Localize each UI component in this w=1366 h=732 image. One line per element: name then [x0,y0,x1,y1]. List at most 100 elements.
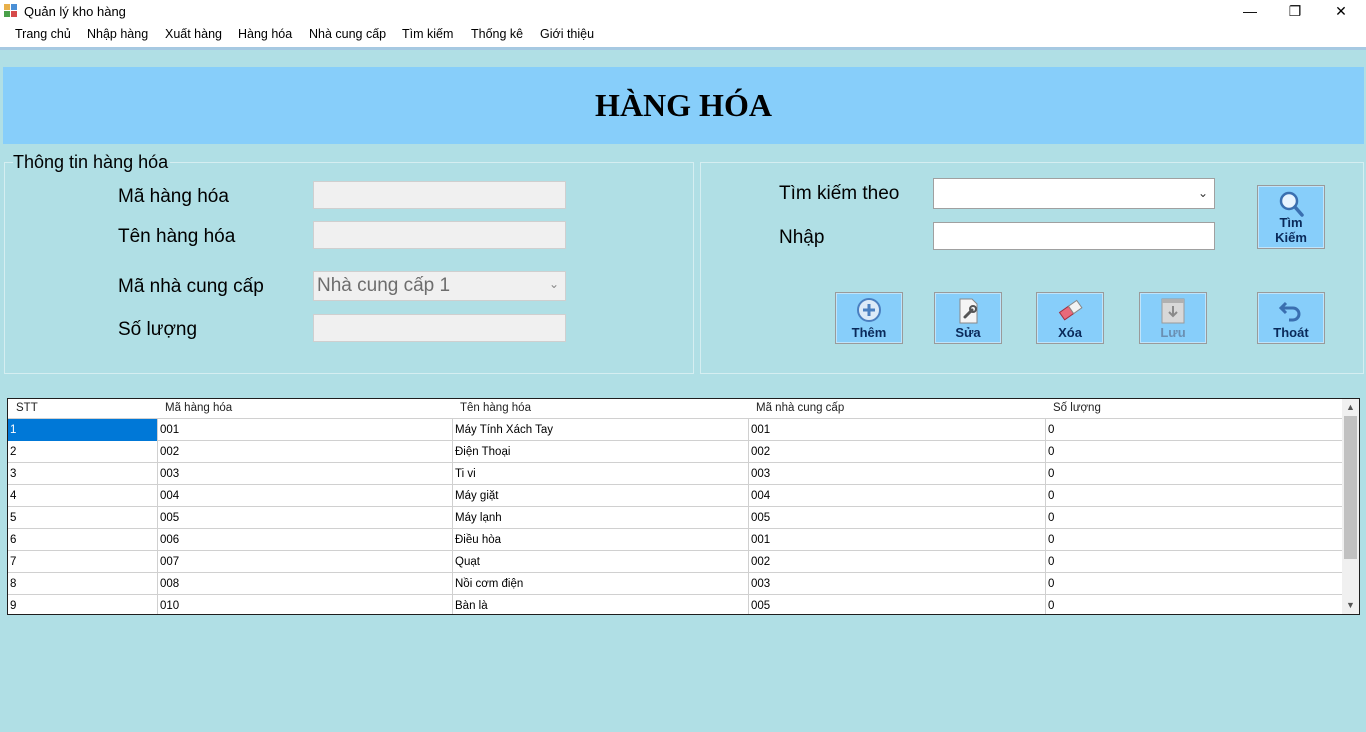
column-header-so-luong[interactable]: Số lượng [1053,402,1101,414]
cell-ten-hang-hoa[interactable]: Máy giặt [453,485,749,507]
cell-ma-hang-hoa[interactable]: 004 [158,485,453,507]
cell-ma-hang-hoa[interactable]: 007 [158,551,453,573]
search-by-label: Tìm kiếm theo [779,183,900,204]
cell-so-luong[interactable]: 0 [1046,595,1343,614]
cell-so-luong[interactable]: 0 [1046,441,1343,463]
cell-ma-nha-cung-cap[interactable]: 003 [749,573,1046,595]
column-header-ma-hang-hoa[interactable]: Mã hàng hóa [165,402,232,414]
delete-button[interactable]: Xóa [1036,292,1104,344]
minimize-button[interactable]: — [1227,0,1273,23]
table-row[interactable]: 3 003 Ti vi 003 0 [8,463,1343,485]
column-header-stt[interactable]: STT [16,402,38,414]
cell-so-luong[interactable]: 0 [1046,419,1343,441]
ten-hang-hoa-field[interactable] [313,221,566,249]
cell-so-luong[interactable]: 0 [1046,485,1343,507]
table-row[interactable]: 4 004 Máy giặt 004 0 [8,485,1343,507]
scroll-down-arrow-icon[interactable]: ▼ [1342,597,1359,614]
so-luong-field[interactable] [313,314,566,342]
chevron-down-icon: ⌄ [1197,186,1208,200]
table-row[interactable]: 8 008 Nồi cơm điện 003 0 [8,573,1343,595]
undo-arrow-icon [1278,301,1301,322]
cell-stt[interactable]: 8 [8,573,158,595]
exit-button-label: Thoát [1273,325,1309,340]
cell-ten-hang-hoa[interactable]: Quạt [453,551,749,573]
table-row[interactable]: 9 010 Bàn là 005 0 [8,595,1343,614]
table-row[interactable]: 5 005 Máy lạnh 005 0 [8,507,1343,529]
column-header-ten-hang-hoa[interactable]: Tên hàng hóa [460,402,531,414]
menu-nha-cung-cap[interactable]: Nhà cung cấp [309,27,386,41]
table-row[interactable]: 6 006 Điều hòa 001 0 [8,529,1343,551]
menu-trang-chu[interactable]: Trang chủ [15,27,71,41]
save-button[interactable]: Lưu [1139,292,1207,344]
cell-ma-nha-cung-cap[interactable]: 001 [749,529,1046,551]
ma-nha-cung-cap-label: Mã nhà cung cấp [118,276,264,297]
cell-ten-hang-hoa[interactable]: Nồi cơm điện [453,573,749,595]
exit-button[interactable]: Thoát [1257,292,1325,344]
product-grid[interactable]: STT Mã hàng hóa Tên hàng hóa Mã nhà cung… [7,398,1360,615]
wrench-icon [959,298,978,324]
cell-ten-hang-hoa[interactable]: Điện Thoại [453,441,749,463]
menu-nhap-hang[interactable]: Nhập hàng [87,27,148,41]
cell-stt[interactable]: 7 [8,551,158,573]
scroll-up-arrow-icon[interactable]: ▲ [1342,399,1359,416]
cell-stt[interactable]: 3 [8,463,158,485]
cell-ma-hang-hoa[interactable]: 001 [158,419,453,441]
edit-button[interactable]: Sửa [934,292,1002,344]
cell-ma-nha-cung-cap[interactable]: 002 [749,551,1046,573]
close-button[interactable]: ✕ [1318,0,1364,23]
search-by-select[interactable]: ⌄ [933,178,1215,209]
add-button[interactable]: Thêm [835,292,903,344]
search-input[interactable] [933,222,1215,250]
ma-hang-hoa-field[interactable] [313,181,566,209]
cell-so-luong[interactable]: 0 [1046,507,1343,529]
cell-ma-nha-cung-cap[interactable]: 004 [749,485,1046,507]
cell-ma-hang-hoa[interactable]: 002 [158,441,453,463]
ma-nha-cung-cap-select[interactable]: Nhà cung cấp 1 ⌄ [313,271,566,301]
cell-ma-nha-cung-cap[interactable]: 005 [749,507,1046,529]
vertical-scrollbar[interactable]: ▲ ▼ [1342,399,1359,614]
search-button[interactable]: Tìm Kiếm [1257,185,1325,249]
window-title: Quản lý kho hàng [24,4,126,19]
menu-gioi-thieu[interactable]: Giới thiệu [540,27,594,41]
plus-icon [857,298,881,322]
cell-ma-nha-cung-cap[interactable]: 005 [749,595,1046,614]
cell-stt[interactable]: 1 [8,419,158,441]
cell-stt[interactable]: 9 [8,595,158,614]
delete-button-label: Xóa [1058,325,1082,340]
search-button-label-1: Tìm [1279,215,1303,230]
cell-ma-hang-hoa[interactable]: 003 [158,463,453,485]
menu-hang-hoa[interactable]: Hàng hóa [238,27,292,41]
table-row[interactable]: 2 002 Điện Thoại 002 0 [8,441,1343,463]
menu-thong-ke[interactable]: Thống kê [471,27,523,41]
cell-ma-hang-hoa[interactable]: 010 [158,595,453,614]
cell-so-luong[interactable]: 0 [1046,551,1343,573]
chevron-down-icon: ⌄ [548,277,559,291]
cell-ten-hang-hoa[interactable]: Bàn là [453,595,749,614]
cell-ten-hang-hoa[interactable]: Máy lạnh [453,507,749,529]
column-header-ma-nha-cung-cap[interactable]: Mã nhà cung cấp [756,402,844,414]
table-row[interactable]: 1 001 Máy Tính Xách Tay 001 0 [8,419,1343,441]
so-luong-label: Số lượng [118,319,198,340]
cell-so-luong[interactable]: 0 [1046,573,1343,595]
cell-ma-nha-cung-cap[interactable]: 001 [749,419,1046,441]
cell-ten-hang-hoa[interactable]: Máy Tính Xách Tay [453,419,749,441]
scroll-thumb[interactable] [1344,416,1357,559]
maximize-button[interactable]: ❐ [1272,0,1318,23]
cell-ma-hang-hoa[interactable]: 006 [158,529,453,551]
cell-stt[interactable]: 2 [8,441,158,463]
menu-xuat-hang[interactable]: Xuất hàng [165,27,222,41]
edit-button-label: Sửa [955,325,981,340]
cell-ten-hang-hoa[interactable]: Ti vi [453,463,749,485]
cell-stt[interactable]: 6 [8,529,158,551]
cell-ma-hang-hoa[interactable]: 008 [158,573,453,595]
cell-ma-nha-cung-cap[interactable]: 003 [749,463,1046,485]
table-row[interactable]: 7 007 Quạt 002 0 [8,551,1343,573]
cell-ma-hang-hoa[interactable]: 005 [158,507,453,529]
menu-tim-kiem[interactable]: Tìm kiếm [402,27,453,41]
cell-stt[interactable]: 5 [8,507,158,529]
cell-stt[interactable]: 4 [8,485,158,507]
cell-ma-nha-cung-cap[interactable]: 002 [749,441,1046,463]
cell-so-luong[interactable]: 0 [1046,529,1343,551]
cell-ten-hang-hoa[interactable]: Điều hòa [453,529,749,551]
cell-so-luong[interactable]: 0 [1046,463,1343,485]
